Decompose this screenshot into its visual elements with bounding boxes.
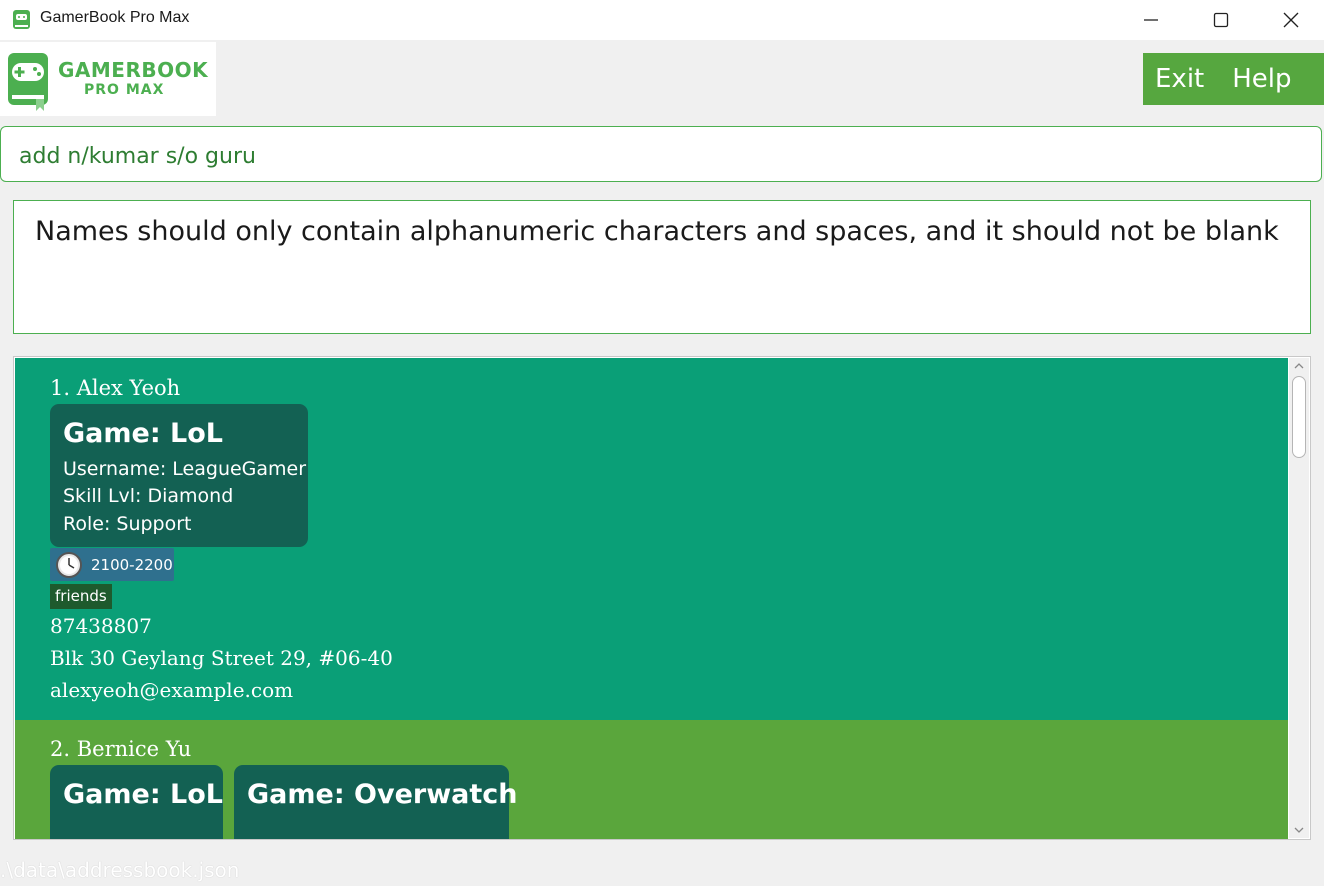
game-title: Game: LoL [63, 418, 223, 449]
close-icon [1283, 12, 1299, 28]
minimize-icon [1144, 19, 1158, 21]
game-card: Game: LoL [50, 765, 223, 839]
controller-book-icon [8, 53, 48, 111]
game-card: Game: LoL Username: LeagueGamer Skill Lv… [50, 404, 308, 547]
person-email: alexyeoh@example.com [50, 678, 294, 702]
person-list[interactable]: 1. Alex Yeoh Game: LoL Username: LeagueG… [13, 356, 1311, 840]
logo-subtitle: PRO MAX [84, 82, 165, 98]
person-phone: 87438807 [50, 614, 152, 638]
close-button[interactable] [1256, 0, 1324, 40]
scroll-up-icon[interactable] [1293, 360, 1305, 372]
maximize-button[interactable] [1186, 0, 1256, 40]
person-name: 2. Bernice Yu [50, 737, 192, 761]
time-slot-badge: 2100-2200 [50, 548, 174, 581]
game-card: Game: Overwatch [234, 765, 518, 839]
command-input[interactable] [17, 139, 1311, 173]
window-title: GamerBook Pro Max [40, 9, 190, 26]
result-message: Names should only contain alphanumeric c… [35, 216, 1279, 247]
logo-title: GAMERBOOK [58, 58, 209, 82]
game-title: Game: LoL [63, 779, 223, 810]
game-username: Username: LeagueGamer [63, 458, 307, 480]
app-header: GAMERBOOK PRO MAX Exit Help [0, 40, 1324, 118]
person-address: Blk 30 Geylang Street 29, #06-40 [50, 646, 393, 670]
game-role: Role: Support [63, 513, 192, 535]
maximize-icon [1213, 12, 1229, 28]
game-title: Game: Overwatch [247, 779, 518, 810]
app-icon [12, 9, 32, 31]
logo: GAMERBOOK PRO MAX [0, 42, 216, 116]
menu-exit[interactable]: Exit [1143, 64, 1204, 94]
clock-icon [56, 552, 82, 578]
result-display: Names should only contain alphanumeric c… [13, 200, 1311, 334]
person-card[interactable]: 1. Alex Yeoh Game: LoL Username: LeagueG… [15, 358, 1288, 720]
title-bar: GamerBook Pro Max [0, 0, 1324, 40]
scroll-thumb[interactable] [1292, 376, 1306, 458]
person-card[interactable]: 2. Bernice Yu Game: LoL Game: Overwatch [15, 720, 1288, 839]
game-skill: Skill Lvl: Diamond [63, 485, 234, 507]
menu-bar: Exit Help [1143, 53, 1324, 105]
menu-help[interactable]: Help [1220, 64, 1291, 94]
scroll-down-icon[interactable] [1293, 824, 1305, 836]
person-name: 1. Alex Yeoh [50, 376, 181, 400]
command-box [0, 126, 1322, 182]
list-scrollbar[interactable] [1289, 358, 1309, 838]
time-slot-text: 2100-2200 [91, 556, 173, 574]
tag-friends: friends [50, 584, 112, 609]
status-file-path: .\data\addressbook.json [0, 858, 240, 882]
minimize-button[interactable] [1116, 0, 1186, 40]
